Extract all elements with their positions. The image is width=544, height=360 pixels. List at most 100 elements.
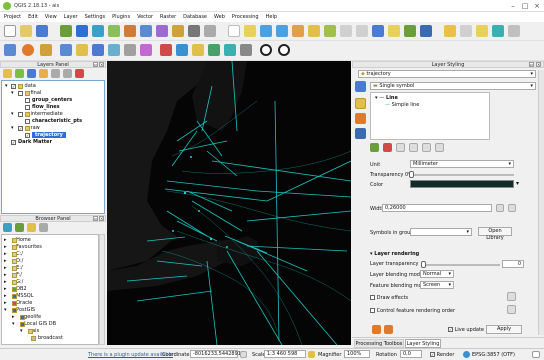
style-manager-icon[interactable] (3, 69, 12, 78)
menu-settings[interactable]: Settings (85, 14, 106, 20)
open-attribute-table-icon[interactable] (460, 25, 472, 37)
layer-item-dark-matter[interactable]: ✓ Dark Matter (4, 139, 52, 146)
zoom-full-icon[interactable] (292, 25, 304, 37)
browser-item-d-drive[interactable]: ▸ D:/ (4, 258, 23, 265)
add-postgis-layer-icon[interactable] (92, 25, 104, 37)
symbol-group-select[interactable]: ▾ (410, 228, 472, 236)
add-symbol-layer-icon[interactable] (370, 143, 379, 152)
new-map-view-icon[interactable] (372, 25, 384, 37)
pan-map-icon[interactable] (228, 25, 240, 37)
new-project-icon[interactable] (4, 25, 16, 37)
browser-item-favourites[interactable]: ▸ Favourites (4, 244, 42, 251)
identify-features-icon[interactable] (444, 25, 456, 37)
transparency-slider-handle[interactable] (409, 171, 414, 178)
draw-effects-row[interactable]: Draw effects (370, 295, 408, 301)
symbol-tree-line[interactable]: ▾ — Line (375, 95, 398, 102)
renderer-select[interactable]: ▬ Single symbol ▾ (370, 82, 536, 90)
browser-item-oracle[interactable]: ▸ Oracle (4, 300, 32, 307)
tab-processing-toolbox[interactable]: Processing Toolbox (354, 339, 404, 348)
label-tool-icon[interactable] (60, 44, 72, 56)
browser-scrollbar[interactable] (99, 234, 105, 345)
panel-float-icon[interactable]: ▫ (93, 62, 98, 67)
collapse-all-icon[interactable] (63, 69, 72, 78)
rotate-right-icon[interactable] (278, 44, 290, 56)
menu-project[interactable]: Project (4, 14, 21, 20)
measure-icon[interactable] (508, 25, 520, 37)
rotate-label-icon[interactable] (124, 44, 136, 56)
menu-layer[interactable]: Layer (64, 14, 78, 20)
browser-item-postgis[interactable]: ▾ PostGIS (4, 307, 35, 314)
layer-blending-select[interactable]: Normal ▾ (420, 270, 454, 278)
menu-help[interactable]: Help (266, 14, 277, 20)
browser-item-e-drive[interactable]: ▸ E:/ (4, 265, 23, 272)
layer-item-flow-lines[interactable]: flow_lines (18, 104, 60, 111)
refresh-icon[interactable] (420, 25, 432, 37)
move-label-icon[interactable] (108, 44, 120, 56)
open-project-icon[interactable] (20, 25, 32, 37)
layer-select[interactable]: ◆ trajectory ▾ (358, 70, 536, 78)
map-canvas[interactable] (107, 61, 351, 345)
tool-red-icon[interactable] (160, 44, 172, 56)
duplicate-symbol-layer-icon[interactable] (409, 143, 418, 152)
history-tab-icon[interactable] (355, 113, 366, 124)
messages-icon[interactable] (532, 351, 540, 358)
manage-themes-icon[interactable] (27, 69, 36, 78)
tool-yellow-icon[interactable] (192, 44, 204, 56)
menu-database[interactable]: Database (183, 14, 207, 20)
menu-edit[interactable]: Edit (28, 14, 38, 20)
rotate-left-icon[interactable] (260, 44, 272, 56)
unit-select[interactable]: Millimeter ▾ (410, 160, 514, 168)
browser-item-home[interactable]: ▸ Home (4, 237, 31, 244)
layer-item-final[interactable]: ▾ final (11, 90, 41, 97)
layer-item-data[interactable]: ▾ ✓ data (4, 83, 36, 90)
magnifier-input[interactable]: 100% (344, 350, 370, 358)
add-delimited-text-icon[interactable] (156, 25, 168, 37)
menu-web[interactable]: Web (214, 14, 225, 20)
zoom-next-icon[interactable] (356, 25, 368, 37)
lock-scale-icon[interactable] (308, 351, 315, 358)
browser-add-icon[interactable] (15, 223, 24, 232)
color-button[interactable] (410, 180, 514, 188)
panel-float-icon[interactable]: ▫ (529, 62, 534, 67)
apply-button[interactable]: Apply (486, 325, 522, 334)
minimize-icon[interactable]: – (508, 2, 518, 10)
close-icon[interactable]: × (532, 2, 542, 10)
layer-item-intermediate[interactable]: ▾ intermediate (11, 111, 63, 118)
open-library-button[interactable]: Open Library (478, 227, 512, 241)
browser-item-g-drive[interactable]: ▸ G:/ (4, 279, 23, 286)
panel-close-icon[interactable]: × (99, 216, 104, 221)
tab-layer-styling[interactable]: Layer Styling (405, 339, 441, 348)
color-dropdown-icon[interactable]: ▾ (516, 180, 524, 188)
new-spatialite-icon[interactable] (188, 25, 200, 37)
lock-symbol-layer-icon[interactable] (396, 143, 405, 152)
styling-scrollbar[interactable] (538, 70, 544, 335)
menu-raster[interactable]: Raster (160, 14, 176, 20)
live-update-row[interactable]: ✓ Live update (448, 327, 484, 333)
zoom-to-selection-icon[interactable] (308, 25, 320, 37)
python-console-icon[interactable] (22, 44, 34, 56)
save-project-icon[interactable] (36, 25, 48, 37)
show-bookmarks-icon[interactable] (404, 25, 416, 37)
new-bookmark-icon[interactable] (388, 25, 400, 37)
statistical-summary-icon[interactable] (492, 25, 504, 37)
browser-item-broadcast[interactable]: broadcast (28, 335, 63, 342)
add-wfs-layer-icon[interactable] (140, 25, 152, 37)
print-composer-icon[interactable] (204, 25, 216, 37)
layer-transparency-input[interactable]: 0 (502, 260, 524, 268)
layer-item-characteristic-pts[interactable]: characteristic_pts (18, 118, 82, 125)
tool-grey-icon[interactable] (240, 44, 252, 56)
rotation-input[interactable]: 0,0 (400, 350, 422, 358)
zoom-to-layer-icon[interactable] (324, 25, 336, 37)
add-group-icon[interactable] (15, 69, 24, 78)
width-data-defined-icon[interactable] (496, 204, 504, 212)
menu-plugins[interactable]: Plugins (112, 14, 130, 20)
symbol-tree-simple-line[interactable]: — Simple line (385, 102, 419, 109)
undo-icon[interactable] (372, 325, 381, 334)
select-features-icon[interactable] (476, 25, 488, 37)
maximize-icon[interactable]: □ (520, 2, 530, 10)
render-checkbox-row[interactable]: ✓ Render (430, 352, 454, 358)
browser-item-f-drive[interactable]: ▸ F:/ (4, 272, 22, 279)
highlight-label-icon[interactable] (92, 44, 104, 56)
layer-item-group-centers[interactable]: group_centers (18, 97, 72, 104)
remove-symbol-layer-icon[interactable] (383, 143, 392, 152)
